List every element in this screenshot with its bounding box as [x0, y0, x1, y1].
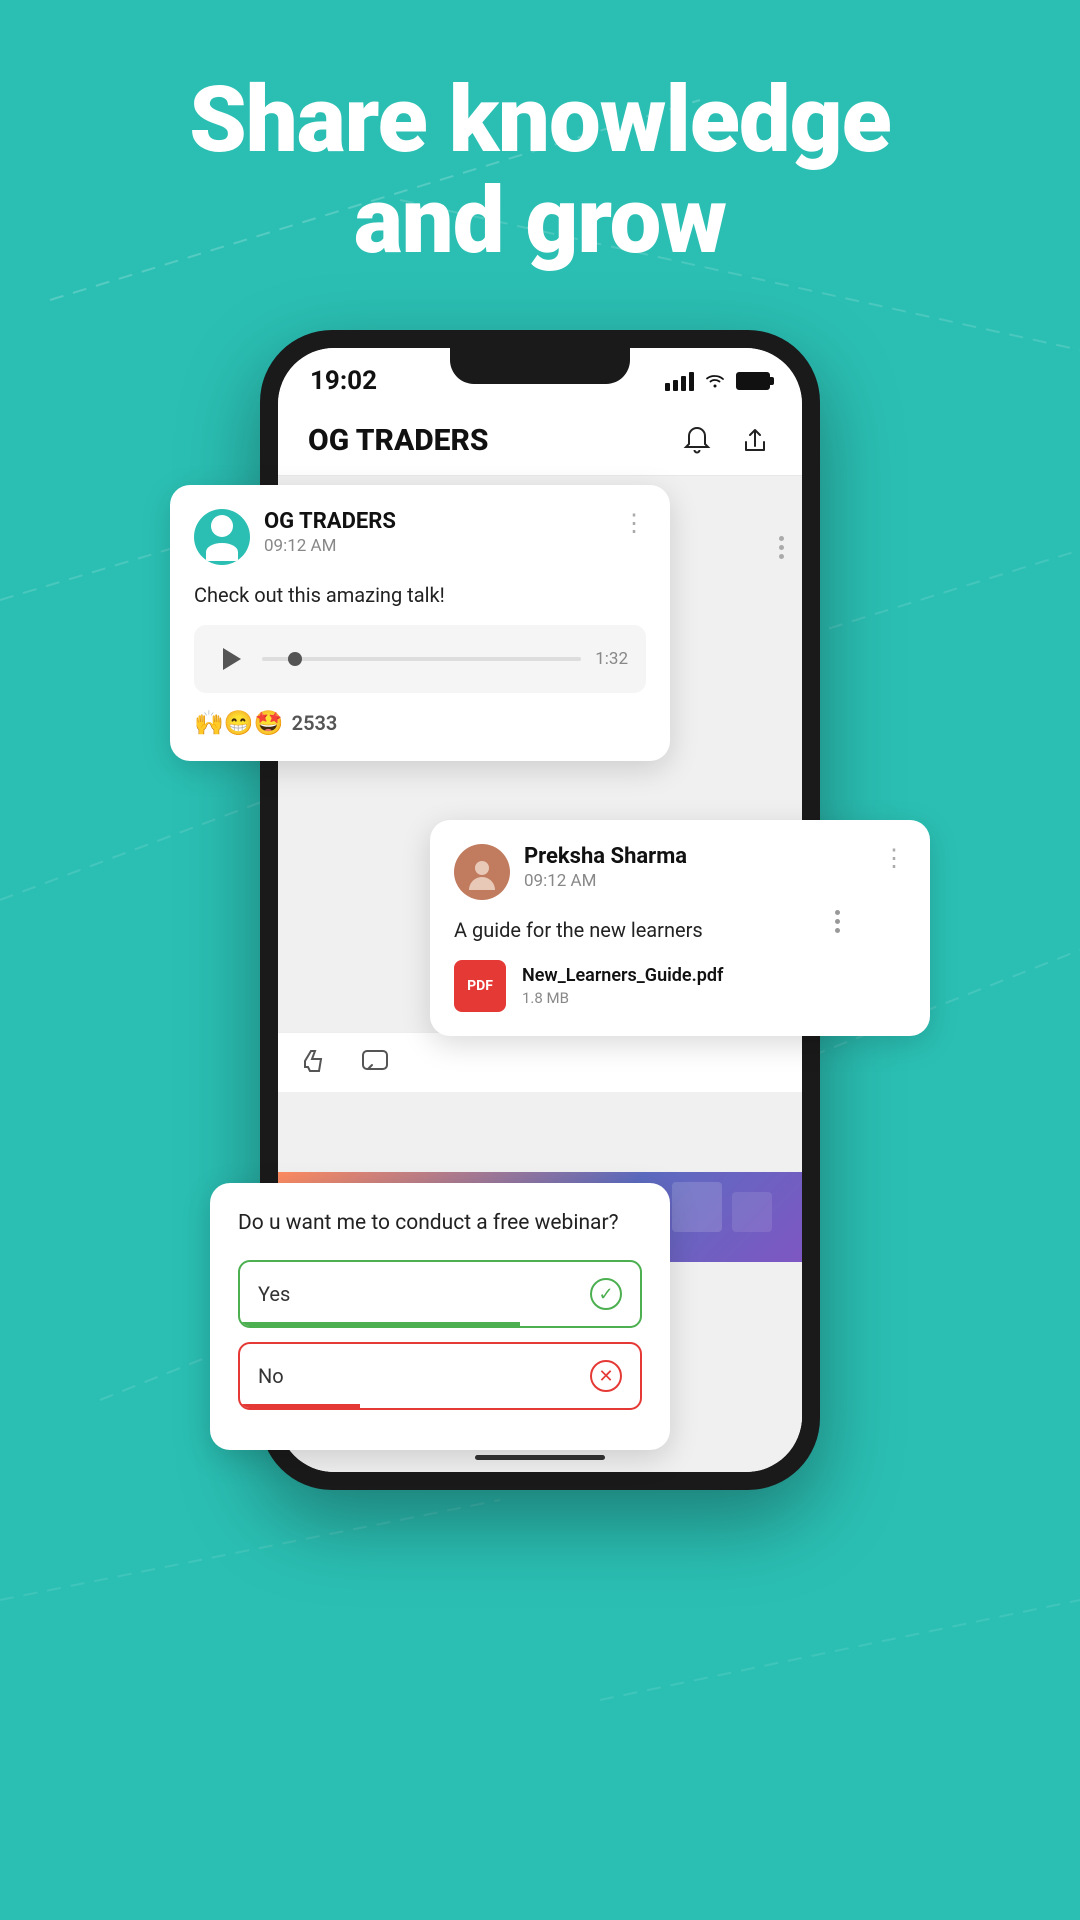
- poll-card: Do u want me to conduct a free webinar? …: [210, 1183, 670, 1450]
- wifi-icon: [704, 369, 726, 393]
- hero-title-line2: and grow: [0, 171, 1080, 272]
- pdf-filesize: 1.8 MB: [522, 989, 723, 1007]
- side-more-dots[interactable]: [835, 910, 840, 933]
- audio-progress[interactable]: [262, 657, 581, 661]
- status-icons: [665, 369, 770, 393]
- card-more-button-2[interactable]: ⋮: [882, 844, 906, 872]
- og-traders-avatar: [194, 509, 250, 565]
- comment-icon[interactable]: [360, 1047, 390, 1079]
- status-time: 19:02: [310, 366, 377, 396]
- card-more-button-1[interactable]: ⋮: [622, 509, 646, 537]
- battery-icon: [736, 372, 770, 390]
- pdf-attachment[interactable]: PDF New_Learners_Guide.pdf 1.8 MB: [454, 960, 906, 1012]
- reaction-emojis[interactable]: 🙌😁🤩: [194, 709, 284, 737]
- audio-player: 1:32: [194, 625, 646, 693]
- message-card-og-traders: OG TRADERS 09:12 AM ⋮ Check out this ama…: [170, 485, 670, 761]
- poll-option-yes[interactable]: Yes ✓: [238, 1260, 642, 1328]
- audio-duration: 1:32: [595, 649, 628, 669]
- like-icon[interactable]: [302, 1047, 332, 1079]
- poll-option-no[interactable]: No ✕: [238, 1342, 642, 1410]
- no-progress-bar: [240, 1404, 360, 1408]
- card-message-text-1: Check out this amazing talk!: [194, 581, 646, 609]
- home-indicator: [475, 1455, 605, 1460]
- card-time-1: 09:12 AM: [264, 536, 622, 556]
- play-button[interactable]: [212, 641, 248, 677]
- card-time-2: 09:12 AM: [524, 871, 882, 891]
- card-sender-2: Preksha Sharma: [524, 844, 882, 869]
- preksha-avatar: [454, 844, 510, 900]
- yes-progress-bar: [240, 1322, 520, 1326]
- bell-icon[interactable]: [680, 424, 714, 458]
- signal-icon: [665, 371, 694, 391]
- poll-no-label: No: [258, 1364, 284, 1388]
- hero-section: Share knowledge and grow: [0, 70, 1080, 272]
- poll-yes-label: Yes: [258, 1282, 290, 1306]
- reactions: 🙌😁🤩 2533: [194, 709, 646, 737]
- more-options-button[interactable]: [779, 536, 784, 559]
- yes-check-icon: ✓: [590, 1278, 622, 1310]
- header-icons: [680, 424, 772, 458]
- action-bar: [278, 1032, 802, 1092]
- no-x-icon: ✕: [590, 1360, 622, 1392]
- phone-mockup: 19:02: [260, 330, 820, 1490]
- app-header: OG TRADERS: [278, 406, 802, 476]
- card-sender-1: OG TRADERS: [264, 509, 622, 534]
- hero-title-line1: Share knowledge: [0, 70, 1080, 171]
- share-icon[interactable]: [738, 424, 772, 458]
- pdf-icon: PDF: [454, 960, 506, 1012]
- poll-question: Do u want me to conduct a free webinar?: [238, 1209, 642, 1238]
- pdf-filename: New_Learners_Guide.pdf: [522, 965, 723, 986]
- reaction-count: 2533: [292, 711, 338, 735]
- app-title: OG TRADERS: [308, 423, 680, 458]
- phone-notch: [450, 348, 630, 384]
- message-card-preksha: Preksha Sharma 09:12 AM ⋮ A guide for th…: [430, 820, 930, 1036]
